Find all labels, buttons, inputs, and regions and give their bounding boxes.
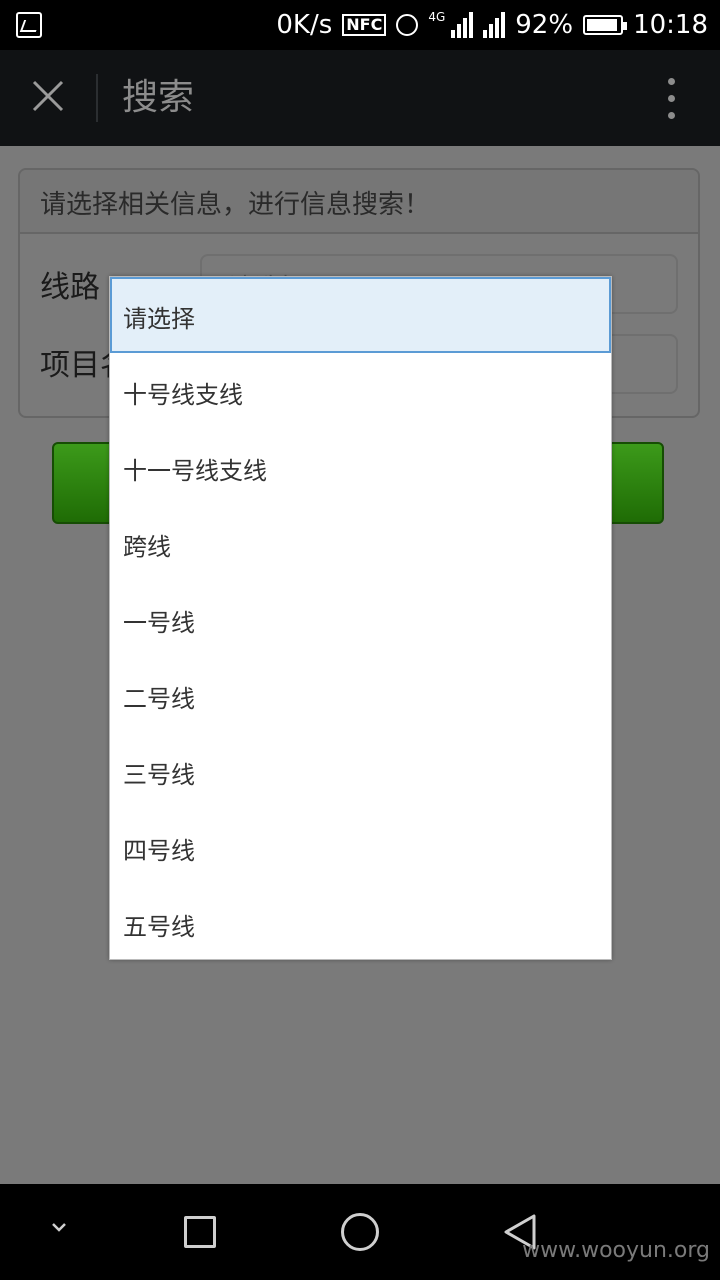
option-item[interactable]: 三号线 — [110, 733, 611, 809]
option-item[interactable]: 跨线 — [110, 505, 611, 581]
option-label: 十一号线支线 — [123, 457, 267, 485]
line-label: 线路 — [40, 270, 100, 305]
panel-notice: 请选择相关信息，进行信息搜索！ — [40, 190, 431, 220]
panel-header: 请选择相关信息，进行信息搜索！ — [20, 170, 698, 234]
close-icon[interactable] — [26, 74, 70, 118]
signal-icon — [451, 12, 474, 38]
status-bar: 0K/s NFC 4G 92% 10:18 — [0, 0, 720, 50]
net-speed: 0K/s — [276, 10, 333, 40]
clock: 10:18 — [633, 10, 708, 40]
page-title: 搜索 — [122, 77, 195, 118]
option-label: 请选择 — [123, 305, 195, 333]
option-label: 四号线 — [123, 837, 195, 865]
line-dropdown: 请选择 十号线支线 十一号线支线 跨线 一号线 二号线 三号线 四号线 五号线 — [109, 276, 612, 960]
battery-percent: 92% — [515, 10, 574, 40]
more-menu-icon[interactable] — [668, 78, 678, 122]
battery-icon — [583, 15, 628, 35]
option-item[interactable]: 四号线 — [110, 809, 611, 885]
watermark: www.wooyun.org — [522, 1238, 710, 1263]
signal-icon-2 — [483, 12, 506, 38]
option-item[interactable]: 五号线 — [110, 885, 611, 961]
option-item[interactable]: 十一号线支线 — [110, 429, 611, 505]
nfc-icon: NFC — [342, 14, 387, 36]
home-icon[interactable] — [341, 1213, 379, 1251]
option-item[interactable]: 十号线支线 — [110, 353, 611, 429]
chevron-down-icon[interactable] — [50, 1218, 68, 1236]
network-type: 4G — [428, 10, 446, 24]
option-label: 二号线 — [123, 685, 195, 713]
image-icon — [16, 12, 42, 38]
option-label: 三号线 — [123, 761, 195, 789]
alarm-icon — [396, 14, 419, 36]
option-item[interactable]: 一号线 — [110, 581, 611, 657]
app-bar: 搜索 — [0, 50, 720, 146]
option-selected[interactable]: 请选择 — [110, 277, 611, 353]
option-item[interactable]: 二号线 — [110, 657, 611, 733]
recent-apps-icon[interactable] — [184, 1216, 216, 1248]
option-label: 一号线 — [123, 609, 195, 637]
option-label: 十号线支线 — [123, 381, 243, 409]
header-divider — [96, 74, 98, 122]
option-label: 跨线 — [123, 533, 171, 561]
status-right: 0K/s NFC 4G 92% 10:18 — [276, 8, 708, 42]
option-label: 五号线 — [123, 913, 195, 941]
